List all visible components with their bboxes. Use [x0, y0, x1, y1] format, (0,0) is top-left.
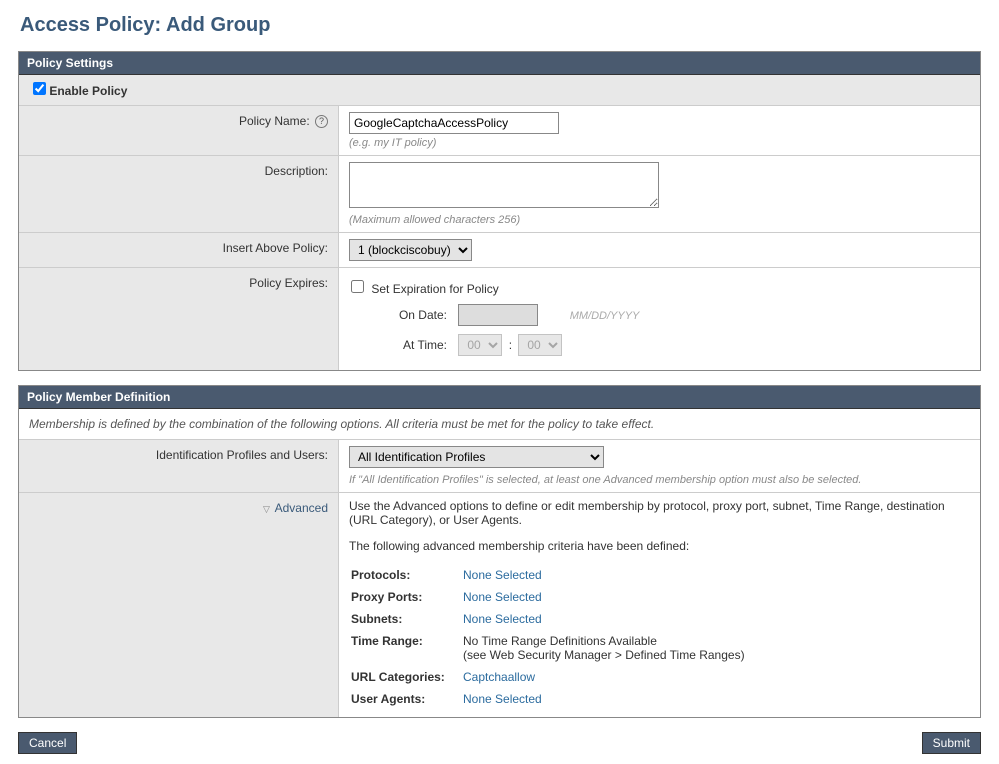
policy-member-header: Policy Member Definition — [19, 386, 980, 409]
policy-expires-label: Policy Expires: — [19, 268, 339, 370]
protocols-link[interactable]: None Selected — [463, 568, 542, 582]
user-agents-link[interactable]: None Selected — [463, 692, 542, 706]
page-title: Access Policy: Add Group — [20, 14, 981, 37]
ident-profiles-hint: If "All Identification Profiles" is sele… — [349, 474, 970, 486]
url-categories-link[interactable]: Captchaallow — [463, 670, 535, 684]
time-min-select: 00 — [518, 334, 562, 356]
description-textarea[interactable] — [349, 162, 659, 208]
ident-profiles-label: Identification Profiles and Users: — [19, 440, 339, 492]
advanced-defined-text: The following advanced membership criter… — [349, 539, 970, 553]
time-range-label: Time Range: — [351, 631, 461, 665]
advanced-intro: Use the Advanced options to define or ed… — [349, 499, 970, 527]
insert-above-select[interactable]: 1 (blockciscobuy) — [349, 239, 472, 261]
on-date-input — [458, 304, 538, 326]
enable-policy-checkbox[interactable] — [33, 82, 46, 95]
set-expiration-checkbox[interactable] — [351, 280, 364, 293]
user-agents-label: User Agents: — [351, 689, 461, 709]
subnets-label: Subnets: — [351, 609, 461, 629]
advanced-toggle[interactable]: Advanced — [275, 501, 328, 515]
proxy-ports-label: Proxy Ports: — [351, 587, 461, 607]
policy-settings-panel: Policy Settings Enable Policy Policy Nam… — [18, 51, 981, 371]
policy-name-hint: (e.g. my IT policy) — [349, 137, 970, 149]
on-date-label: On Date: — [387, 308, 447, 322]
policy-name-input[interactable] — [349, 112, 559, 134]
policy-name-label: Policy Name: — [239, 114, 310, 128]
cancel-button[interactable]: Cancel — [18, 732, 77, 754]
proxy-ports-link[interactable]: None Selected — [463, 590, 542, 604]
protocols-label: Protocols: — [351, 565, 461, 585]
date-format-hint: MM/DD/YYYY — [570, 310, 640, 322]
member-note: Membership is defined by the combination… — [19, 409, 980, 440]
description-hint: (Maximum allowed characters 256) — [349, 214, 970, 226]
enable-policy-row: Enable Policy — [19, 75, 980, 105]
insert-above-label: Insert Above Policy: — [19, 233, 339, 267]
policy-settings-header: Policy Settings — [19, 52, 980, 75]
help-icon[interactable]: ? — [315, 115, 328, 128]
enable-policy-label: Enable Policy — [49, 84, 127, 98]
chevron-down-icon: ▽ — [263, 504, 270, 515]
time-colon: : — [509, 338, 512, 352]
at-time-label: At Time: — [387, 338, 447, 352]
set-expiration-label: Set Expiration for Policy — [371, 282, 498, 296]
subnets-link[interactable]: None Selected — [463, 612, 542, 626]
time-range-value: No Time Range Definitions Available — [463, 634, 657, 648]
time-range-sub: (see Web Security Manager > Defined Time… — [463, 648, 745, 662]
description-label: Description: — [19, 156, 339, 232]
ident-profiles-select[interactable]: All Identification Profiles — [349, 446, 604, 468]
url-categories-label: URL Categories: — [351, 667, 461, 687]
submit-button[interactable]: Submit — [922, 732, 981, 754]
time-hour-select: 00 — [458, 334, 502, 356]
policy-member-panel: Policy Member Definition Membership is d… — [18, 385, 981, 718]
